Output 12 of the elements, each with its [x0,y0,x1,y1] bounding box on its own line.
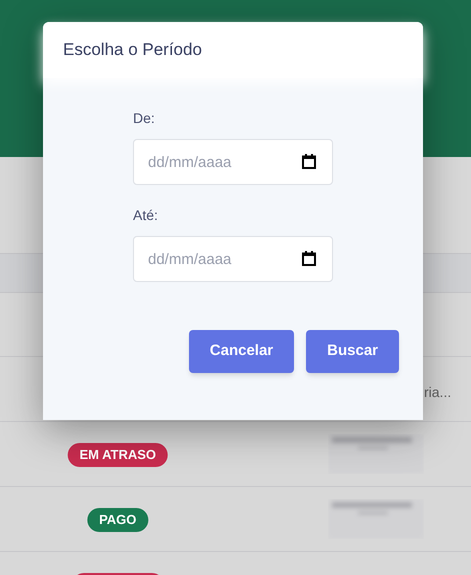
field-label: Até: [133,206,159,225]
search-button[interactable]: Buscar [306,330,399,373]
calendar-icon[interactable] [302,251,316,266]
field-label: De: [133,109,156,128]
calendar-icon[interactable] [302,154,316,169]
date-field[interactable]: dd/mm/aaaa [133,139,333,185]
cancel-button[interactable]: Cancelar [188,330,294,373]
modal-title: Escolha o Período [63,39,202,62]
date-field[interactable]: dd/mm/aaaa [133,236,333,282]
status-badge: PAGO [87,508,148,532]
status-badge: EM ATRASO [67,443,168,467]
table-cell-text: ria... [424,383,452,402]
